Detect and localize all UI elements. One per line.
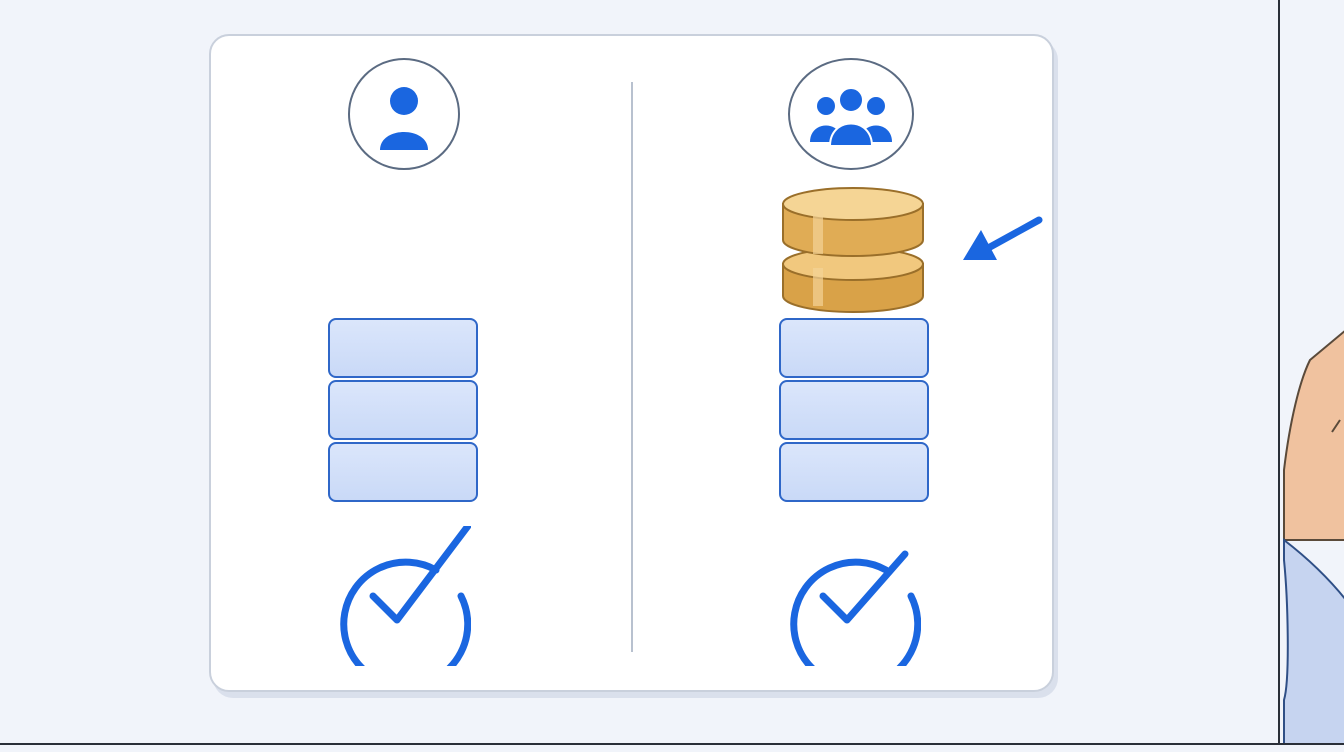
stack-block (779, 380, 929, 440)
comparison-card (209, 34, 1054, 692)
user-group-avatar (788, 58, 914, 170)
stack-block (328, 442, 478, 502)
single-user-avatar (348, 58, 460, 170)
panel-divider (631, 82, 633, 652)
stack-block (779, 442, 929, 502)
stack-block (779, 318, 929, 378)
user-group-icon (810, 87, 892, 147)
single-user-icon (380, 87, 428, 150)
arrow-icon (963, 216, 1043, 260)
hand-illustration (1283, 330, 1344, 744)
bottom-border (0, 743, 1344, 745)
right-block-stack (779, 318, 931, 504)
coin-stack-icon (782, 187, 924, 313)
adjacent-panel-edge (1278, 0, 1344, 744)
stack-block (328, 318, 478, 378)
left-block-stack (328, 318, 480, 504)
check-circle-icon (790, 550, 921, 666)
check-circle-icon (340, 526, 471, 666)
stack-block (328, 380, 478, 440)
